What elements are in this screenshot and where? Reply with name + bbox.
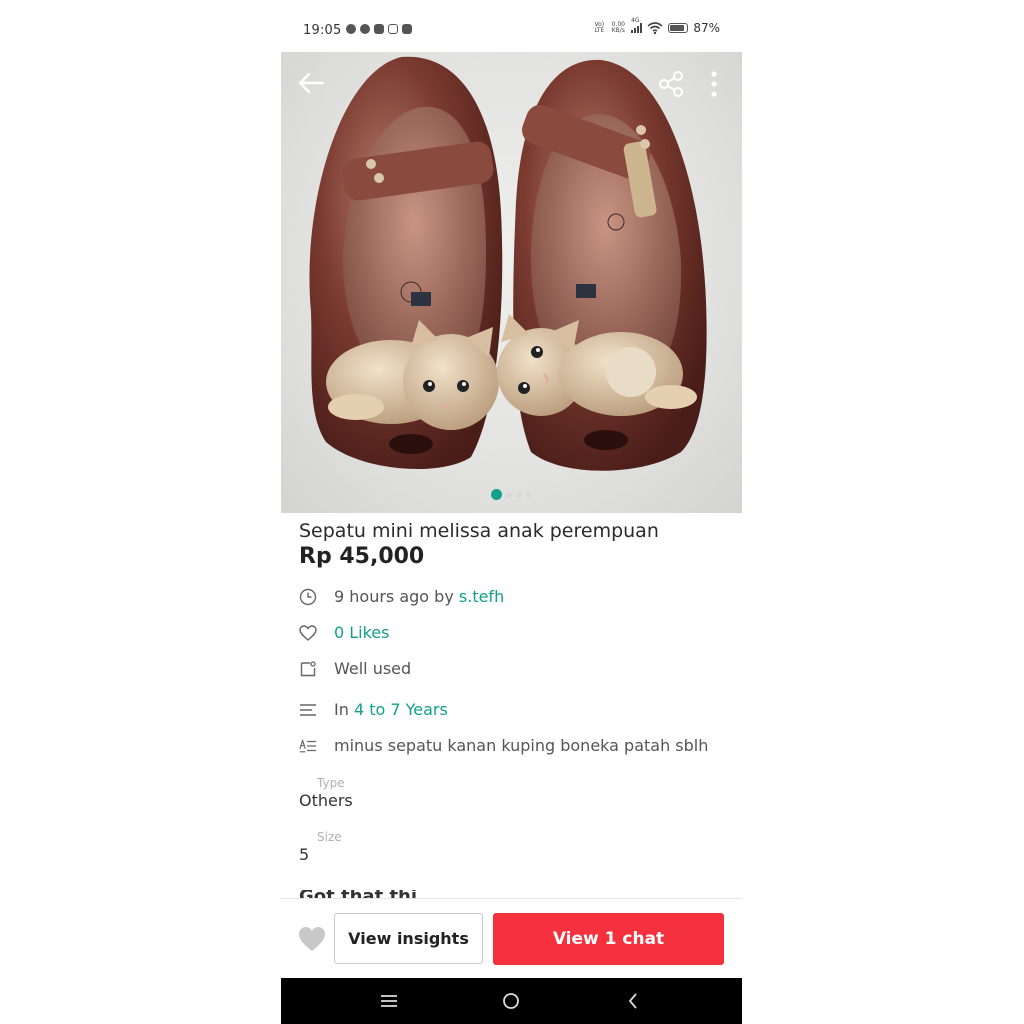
likes-row: 0 Likes	[299, 623, 390, 642]
posted-time: 9 hours ago by	[334, 587, 459, 606]
tag-icon	[299, 660, 317, 678]
status-time: 19:05	[303, 23, 342, 38]
recent-apps-button[interactable]	[379, 991, 399, 1011]
battery-icon	[668, 23, 689, 33]
action-bar: View insights View 1 chat	[281, 898, 742, 979]
app-icon	[402, 24, 412, 34]
heart-icon	[299, 927, 325, 951]
category-link[interactable]: 4 to 7 Years	[354, 700, 448, 719]
list-icon	[299, 701, 317, 719]
attribute-label-size: Size	[317, 830, 342, 844]
pagination-dot[interactable]	[516, 491, 522, 498]
view-chat-button[interactable]: View 1 chat	[493, 913, 724, 965]
phone-screen: 19:05 Vo) LTE 0.00 KB/s 4G 87% Sepatu mi…	[281, 0, 742, 1024]
listing-title: Sepatu mini melissa anak perempuan	[299, 520, 659, 542]
pagination-dot[interactable]	[491, 489, 502, 500]
description-icon	[299, 737, 317, 755]
share-icon	[659, 71, 683, 97]
arrow-left-icon	[298, 72, 325, 94]
gallery-pagination	[281, 489, 742, 500]
wifi-icon	[647, 22, 663, 34]
attribute-value-size: 5	[299, 845, 310, 864]
likes-count[interactable]: 0 Likes	[334, 623, 390, 642]
pagination-dot[interactable]	[506, 491, 512, 498]
pagination-dot[interactable]	[526, 491, 532, 498]
clock-icon	[299, 588, 317, 606]
seller-link[interactable]: s.tefh	[459, 587, 504, 606]
notification-icons	[346, 24, 412, 34]
recents-icon	[381, 995, 397, 1007]
view-insights-button[interactable]: View insights	[334, 913, 483, 964]
product-image-gallery[interactable]	[281, 52, 742, 513]
chat-bubble-icon	[360, 24, 370, 34]
home-circle-icon	[503, 993, 519, 1009]
posted-row: 9 hours ago by s.tefh	[299, 587, 504, 606]
heart-outline-icon	[299, 624, 317, 642]
network-speed: 0.00 KB/s	[611, 21, 625, 34]
home-button[interactable]	[501, 991, 521, 1011]
listing-price: Rp 45,000	[299, 544, 425, 569]
product-photo	[309, 56, 707, 471]
description-row: minus sepatu kanan kuping boneka patah s…	[299, 736, 708, 755]
volte-indicator: Vo) LTE	[594, 21, 605, 34]
attribute-value-type: Others	[299, 791, 353, 810]
description-text: minus sepatu kanan kuping boneka patah s…	[334, 736, 709, 755]
whatsapp-icon	[346, 24, 356, 34]
battery-percent: 87%	[693, 21, 720, 35]
system-nav-bar	[281, 978, 742, 1024]
attribute-label-type: Type	[317, 776, 345, 790]
status-indicators: Vo) LTE 0.00 KB/s 4G 87%	[593, 18, 720, 36]
condition-text: Well used	[334, 659, 412, 678]
more-vertical-icon	[711, 71, 717, 97]
signal-icon: 4G	[631, 18, 643, 33]
next-section-heading: Got that thi	[299, 890, 499, 898]
condition-row: Well used	[299, 659, 411, 678]
category-row: In 4 to 7 Years	[299, 700, 448, 719]
category-prefix: In	[334, 700, 354, 719]
chevron-left-icon	[628, 993, 637, 1009]
shop-icon	[374, 24, 384, 34]
instagram-icon	[388, 24, 398, 34]
status-bar: 19:05 Vo) LTE 0.00 KB/s 4G 87%	[281, 0, 742, 52]
system-back-button[interactable]	[623, 991, 643, 1011]
like-button[interactable]	[297, 925, 327, 953]
